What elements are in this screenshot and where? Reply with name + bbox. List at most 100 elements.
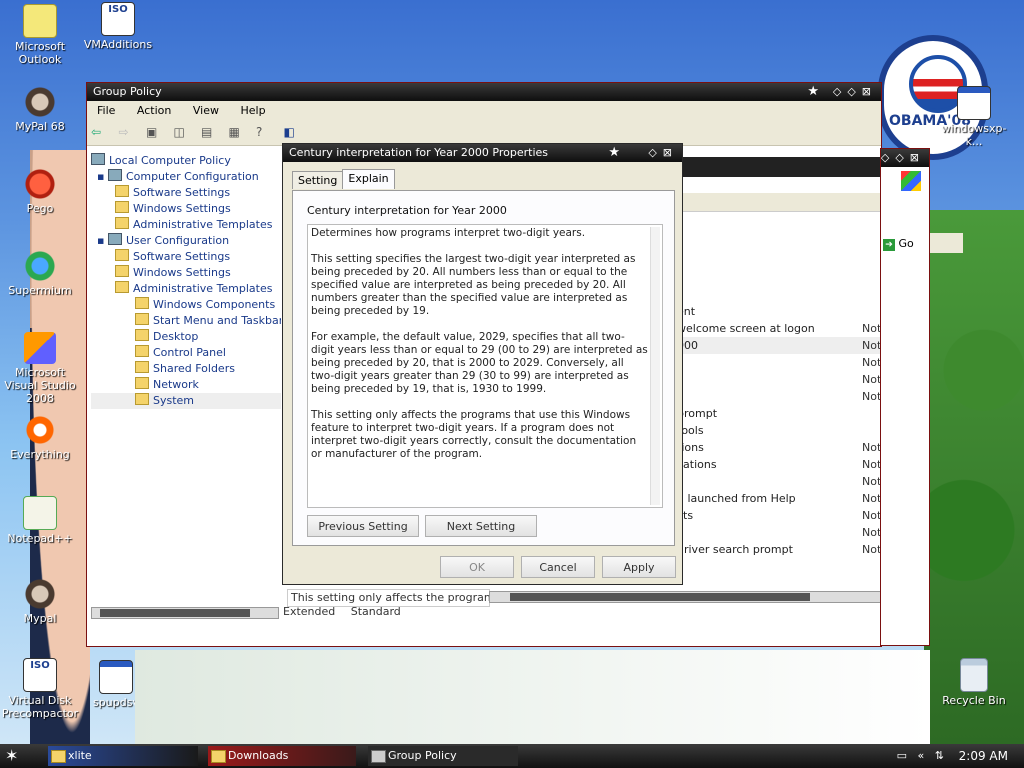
list-item[interactable]: Not: [677, 388, 887, 405]
desktop-icon-pego[interactable]: Pego: [0, 168, 80, 215]
background-window[interactable]: ◇◇⊠ ➔ Go: [880, 148, 930, 646]
tree-item-desktop[interactable]: Desktop: [91, 329, 281, 345]
menu-action[interactable]: Action: [137, 104, 171, 117]
group-policy-titlebar[interactable]: Group Policy ★ ◇◇⊠: [87, 83, 881, 101]
tree-item-software-settings[interactable]: Software Settings: [91, 249, 281, 265]
list-item[interactable]: Not: [677, 524, 887, 541]
go-button[interactable]: ➔ Go: [883, 237, 914, 251]
tree-item-administrative-templates[interactable]: Administrative Templates: [91, 281, 281, 297]
dialog-controls[interactable]: ◇⊠: [648, 144, 678, 162]
desktop-icon-recycle-bin[interactable]: Recycle Bin: [934, 658, 1014, 707]
close-icon[interactable]: ⊠: [862, 85, 877, 98]
tree-item-network[interactable]: Network: [91, 377, 281, 393]
menu-view[interactable]: View: [193, 104, 219, 117]
tree-item-start-menu[interactable]: Start Menu and Taskbar: [91, 313, 281, 329]
menu-help[interactable]: Help: [240, 104, 265, 117]
list-item[interactable]: cts Not: [677, 507, 887, 524]
help-icon[interactable]: ◇: [648, 146, 662, 159]
show-hide-tree-icon[interactable]: ◫: [174, 125, 190, 141]
desktop-icon-mypal[interactable]: Mypal: [0, 578, 80, 625]
list-item[interactable]: prompt: [677, 405, 887, 422]
dialog-titlebar[interactable]: Century interpretation for Year 2000 Pro…: [283, 144, 682, 162]
view-icon[interactable]: ◧: [284, 125, 300, 141]
menu-file[interactable]: File: [97, 104, 115, 117]
scrollbar-thumb[interactable]: [100, 609, 250, 617]
properties-icon[interactable]: ▤: [201, 125, 217, 141]
star-icon[interactable]: ★: [807, 83, 819, 101]
list-item[interactable]: welcome screen at logon Not: [677, 320, 887, 337]
close-icon[interactable]: ⊠: [663, 146, 678, 159]
explain-tab-panel: Century interpretation for Year 2000 Det…: [292, 190, 675, 546]
tree-item-local-computer-policy[interactable]: Local Computer Policy: [91, 153, 281, 169]
desktop-icon-supermium[interactable]: Supermium: [0, 250, 80, 297]
desktop-icon-mypal68[interactable]: MyPal 68: [0, 86, 80, 133]
tree-item-administrative-templates[interactable]: Administrative Templates: [91, 217, 281, 233]
tab-explain[interactable]: Explain: [342, 169, 395, 189]
tree-item-windows-settings[interactable]: Windows Settings: [91, 201, 281, 217]
desktop-icon-label: VMAdditions: [83, 38, 153, 51]
list-item[interactable]: Not: [677, 473, 887, 490]
clock[interactable]: 2:09 AM: [959, 744, 1008, 768]
tree-horizontal-scrollbar[interactable]: [91, 607, 279, 619]
list-item[interactable]: tools: [677, 422, 887, 439]
list-item[interactable]: driver search prompt Not: [677, 541, 887, 558]
list-horizontal-scrollbar[interactable]: [489, 591, 883, 603]
menu-bar: File Action View Help: [87, 101, 881, 121]
maximize-icon[interactable]: ◇: [847, 85, 861, 98]
tree-item-control-panel[interactable]: Control Panel: [91, 345, 281, 361]
minimize-icon[interactable]: ◇: [833, 85, 847, 98]
tree-item-windows-settings[interactable]: Windows Settings: [91, 265, 281, 281]
window-controls[interactable]: ◇◇⊠: [881, 149, 925, 167]
list-item[interactable]: g launched from Help Not: [677, 490, 887, 507]
window-controls[interactable]: ◇◇⊠: [833, 83, 877, 101]
tree-item-windows-components[interactable]: Windows Components: [91, 297, 281, 313]
up-folder-icon[interactable]: ▣: [146, 125, 162, 141]
details-subheader: [683, 193, 882, 212]
list-item[interactable]: 000 Not: [677, 337, 887, 354]
star-icon[interactable]: ★: [608, 144, 620, 162]
tree-item-system[interactable]: System: [91, 393, 281, 409]
tree-item-software-settings[interactable]: Software Settings: [91, 185, 281, 201]
forward-icon[interactable]: ⇨: [119, 125, 135, 141]
tab-standard[interactable]: Standard: [351, 605, 401, 618]
chevron-icon[interactable]: «: [918, 749, 925, 762]
list-item[interactable]: tions Not: [677, 439, 887, 456]
list-item[interactable]: Not: [677, 354, 887, 371]
taskbar-item-xlite[interactable]: xlite: [48, 746, 198, 766]
explain-vertical-scrollbar[interactable]: [650, 227, 660, 505]
background-titlebar[interactable]: ◇◇⊠: [881, 149, 929, 167]
tree-item-computer-configuration[interactable]: ▪ Computer Configuration: [91, 169, 281, 185]
network-icon[interactable]: ⇅: [935, 749, 944, 762]
keyboard-icon[interactable]: ▭: [897, 749, 907, 762]
desktop-icon-outlook[interactable]: Microsoft Outlook: [0, 4, 80, 66]
taskbar-item-downloads[interactable]: Downloads: [208, 746, 356, 766]
back-icon[interactable]: ⇦: [91, 125, 107, 141]
start-star-icon[interactable]: ✶: [5, 746, 18, 765]
ok-button[interactable]: OK: [440, 556, 514, 578]
windows-logo-icon: [901, 171, 921, 191]
notepad-icon: [23, 496, 57, 530]
desktop-icon-precompactor[interactable]: ISO Virtual Disk Precompactor: [0, 658, 80, 720]
scrollbar-thumb[interactable]: [510, 593, 810, 601]
list-item[interactable]: ent: [677, 303, 887, 320]
explain-text-box[interactable]: Determines how programs interpret two-di…: [307, 224, 663, 508]
apply-button[interactable]: Apply: [602, 556, 676, 578]
desktop-icon-vmadditions[interactable]: ISO VMAdditions: [78, 2, 158, 51]
previous-setting-button[interactable]: Previous Setting: [307, 515, 419, 537]
next-setting-button[interactable]: Next Setting: [425, 515, 537, 537]
list-item[interactable]: Not: [677, 371, 887, 388]
desktop-icon-notepadpp[interactable]: Notepad++: [0, 496, 80, 545]
desktop-icon-everything[interactable]: Everything: [0, 414, 80, 461]
folder-icon: [135, 377, 149, 389]
help-icon[interactable]: ?: [256, 125, 272, 141]
cancel-button[interactable]: Cancel: [521, 556, 595, 578]
tree-item-shared-folders[interactable]: Shared Folders: [91, 361, 281, 377]
list-item[interactable]: cations Not: [677, 456, 887, 473]
export-list-icon[interactable]: ▦: [229, 125, 245, 141]
desktop-icon-visual-studio[interactable]: Microsoft Visual Studio 2008: [0, 332, 80, 405]
desktop-icon-windowsxp-k[interactable]: windowsxp-k...: [934, 86, 1014, 148]
taskbar-item-group-policy[interactable]: Group Policy: [368, 746, 518, 766]
tree-item-user-configuration[interactable]: ▪ User Configuration: [91, 233, 281, 249]
tab-extended[interactable]: Extended: [283, 605, 335, 618]
tab-setting[interactable]: Setting: [292, 171, 344, 189]
